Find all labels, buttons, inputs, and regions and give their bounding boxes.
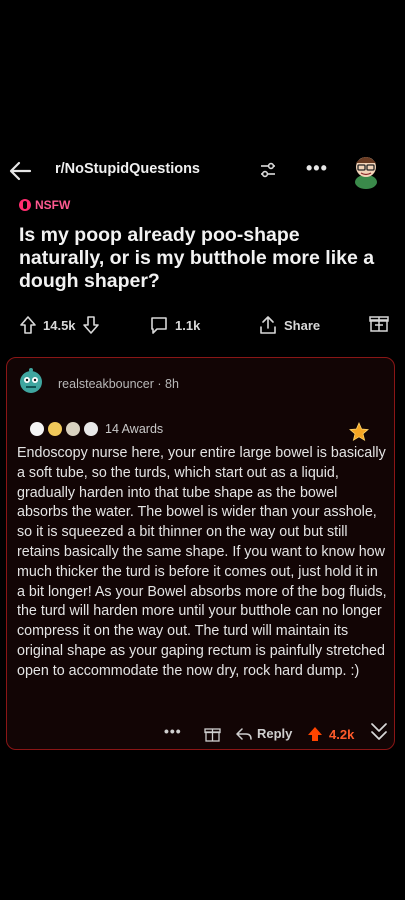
upvote-icon[interactable]: [19, 315, 37, 335]
wholesome-award-icon: [48, 422, 62, 436]
back-arrow-icon[interactable]: [8, 158, 34, 184]
comment-more-icon[interactable]: •••: [164, 723, 182, 739]
share-button[interactable]: Share: [258, 315, 320, 335]
awards-row[interactable]: 14 Awards: [30, 420, 163, 438]
comment-meta: realsteakbouncer · 8h: [58, 377, 179, 391]
nsfw-tag: NSFW: [19, 198, 70, 212]
comment-score: 4.2k: [329, 726, 355, 742]
comments-button[interactable]: 1.1k: [149, 315, 200, 335]
comment-author[interactable]: realsteakbouncer: [58, 377, 154, 391]
reply-label: Reply: [257, 726, 293, 741]
reply-arrow-icon: [236, 727, 252, 740]
vote-group: 14.5k: [19, 315, 100, 335]
collapse-chevron-icon[interactable]: [369, 721, 389, 743]
comment-age: 8h: [165, 377, 179, 391]
gold-award-icon: [349, 421, 369, 442]
awards-count: 14 Awards: [105, 422, 164, 436]
comment-card: realsteakbouncer · 8h 14 Awards Endoscop…: [6, 357, 395, 750]
post-action-bar: 14.5k 1.1k Share: [0, 311, 405, 341]
give-award-icon[interactable]: [369, 313, 389, 333]
meta-separator: ·: [157, 377, 162, 391]
comment-body: Endoscopy nurse here, your entire large …: [17, 445, 387, 679]
upvote-filled-icon[interactable]: [307, 726, 323, 742]
share-icon: [260, 316, 276, 334]
reply-button[interactable]: Reply: [236, 726, 292, 741]
comment-vote: 4.2k: [307, 726, 354, 742]
upvote-count: 14.5k: [43, 317, 76, 333]
comment-bubble-icon: [151, 317, 167, 334]
commenter-avatar[interactable]: [17, 367, 45, 395]
post-title[interactable]: Is my poop already poo-shape naturally, …: [19, 224, 389, 293]
top-bar: r/NoStupidQuestions •••: [0, 148, 405, 192]
share-label: Share: [284, 317, 321, 333]
snoo-avatar-icon[interactable]: [349, 151, 383, 189]
subreddit-name[interactable]: r/NoStupidQuestions: [55, 161, 200, 177]
comment-award-icon[interactable]: [204, 726, 221, 742]
emoji-award-icon: [84, 422, 98, 436]
helpful-award-icon: [66, 422, 80, 436]
nsfw-icon: [19, 199, 31, 211]
comment-action-bar: ••• Reply 4.2k: [7, 723, 394, 747]
nsfw-label: NSFW: [35, 198, 71, 212]
downvote-icon[interactable]: [82, 315, 100, 335]
silver-award-icon: [30, 422, 44, 436]
comment-count: 1.1k: [175, 317, 201, 333]
more-options-icon[interactable]: •••: [306, 158, 328, 179]
filter-icon[interactable]: [259, 160, 277, 180]
